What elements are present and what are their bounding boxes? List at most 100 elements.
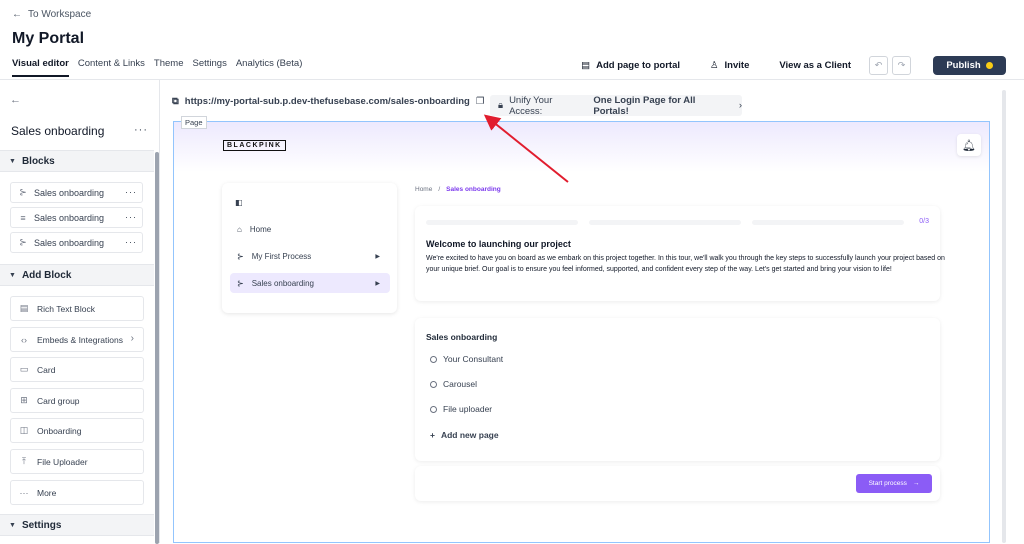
page-url[interactable]: https://my-portal-sub.p.dev-thefusebase.… xyxy=(185,96,470,107)
view-as-client-button[interactable]: View as a Client xyxy=(779,60,851,71)
card-icon: ▭ xyxy=(19,364,29,374)
add-rich-text-block[interactable]: ▤ Rich Text Block xyxy=(10,296,144,321)
welcome-body: We're excited to have you on board as we… xyxy=(426,255,945,273)
breadcrumb-current: Sales onboarding xyxy=(446,186,501,193)
caret-down-icon: ▼ xyxy=(9,271,16,279)
back-label: To Workspace xyxy=(28,9,92,20)
status-dot xyxy=(985,62,993,69)
chevron-right-icon: › xyxy=(130,333,134,344)
code-icon: ‹› xyxy=(21,334,27,345)
back-to-workspace-link[interactable]: ← To Workspace xyxy=(12,9,91,20)
process-step[interactable]: Carousel xyxy=(430,379,477,389)
process-step[interactable]: File uploader xyxy=(430,404,492,414)
arrow-right-icon: → xyxy=(912,480,920,487)
nav-item-home[interactable]: ⌂ Home xyxy=(230,219,390,239)
add-block-heading: Add Block xyxy=(21,269,72,281)
top-bar: ← To Workspace My Portal Visual editor C… xyxy=(0,0,1024,80)
add-embeds-integrations[interactable]: ‹› Embeds & Integrations › xyxy=(10,327,144,352)
block-label: Sales onboarding xyxy=(34,187,105,198)
undo-icon[interactable]: ↶ xyxy=(869,56,888,75)
redo-icon[interactable]: ↷ xyxy=(892,56,911,75)
add-card[interactable]: ▭ Card xyxy=(10,357,144,382)
step-label: Carousel xyxy=(443,379,478,389)
add-block-label: Embeds & Integrations xyxy=(37,334,123,345)
add-new-page-button[interactable]: + Add new page xyxy=(430,430,499,440)
step-circle-icon xyxy=(430,405,437,413)
tab-theme[interactable]: Theme xyxy=(154,58,184,77)
text-lines-icon: ≡ xyxy=(20,212,26,223)
caret-right-icon: ▶ xyxy=(375,253,380,260)
plus-icon: + xyxy=(430,430,435,440)
step-circle-icon xyxy=(430,380,437,388)
page-plus-icon: ▤ xyxy=(581,60,591,71)
process-card: Sales onboarding Your Consultant Carouse… xyxy=(415,318,940,461)
block-item[interactable]: ⊱ Sales onboarding ··· xyxy=(10,182,143,203)
block-options-icon[interactable]: ··· xyxy=(125,187,137,197)
sidebar-page-title: Sales onboarding xyxy=(11,124,105,138)
nav-item-sales-onboarding[interactable]: ⊱ Sales onboarding ▶ xyxy=(230,273,390,293)
page-options-icon[interactable]: ··· xyxy=(134,124,148,136)
tab-visual-editor[interactable]: Visual editor xyxy=(12,58,69,77)
block-label: Sales onboarding xyxy=(34,237,105,248)
block-options-icon[interactable]: ··· xyxy=(125,212,137,222)
nav-item-first-process[interactable]: ⊱ My First Process ▶ xyxy=(230,246,390,266)
blocks-section-header[interactable]: ▼ Blocks xyxy=(0,150,154,172)
portal-preview-frame: BLACKPINK 🔔︎ ◧ ⌂ Home ⊱ My First Process… xyxy=(173,121,990,543)
progress-segment xyxy=(589,220,741,225)
start-process-button[interactable]: Start process → xyxy=(856,474,932,493)
settings-section-header[interactable]: ▼ Settings xyxy=(0,514,154,536)
unify-bold: One Login Page for All Portals! xyxy=(593,94,696,117)
nav-label: Sales onboarding xyxy=(251,278,314,288)
sidebar: ← Sales onboarding ··· ▼ Blocks ⊱ Sales … xyxy=(0,80,160,544)
nav-label: My First Process xyxy=(251,251,312,261)
add-file-uploader[interactable]: ⤒ File Uploader xyxy=(10,449,144,474)
add-block-label: Card xyxy=(37,364,56,375)
add-card-group[interactable]: ⊞ Card group xyxy=(10,388,144,413)
page-url-row: ⧉ https://my-portal-sub.p.dev-thefusebas… xyxy=(172,96,484,107)
copy-icon[interactable]: ❐ xyxy=(476,96,485,107)
sidebar-back-arrow-icon[interactable]: ← xyxy=(10,94,21,106)
bell-icon[interactable]: 🔔︎ xyxy=(957,134,981,156)
caret-down-icon: ▼ xyxy=(9,521,16,529)
process-step[interactable]: Your Consultant xyxy=(430,354,503,364)
publish-button[interactable]: Publish xyxy=(933,56,1006,75)
add-block-section-header[interactable]: ▼ Add Block xyxy=(0,264,154,286)
process-title: Sales onboarding xyxy=(426,332,498,342)
brand-logo: BLACKPINK xyxy=(223,140,286,151)
breadcrumb-separator: / xyxy=(438,186,441,193)
block-item[interactable]: ⊱ Sales onboarding ··· xyxy=(10,232,143,253)
invite-label: Invite xyxy=(724,60,750,71)
grid-icon: ⊞ xyxy=(20,395,28,405)
more-icon: ··· xyxy=(19,487,29,498)
tab-content-links[interactable]: Content & Links xyxy=(78,58,145,77)
breadcrumb-home[interactable]: Home xyxy=(415,186,432,193)
process-icon: ⊱ xyxy=(237,278,244,288)
add-page-label: Add new page xyxy=(440,430,499,440)
tab-settings[interactable]: Settings xyxy=(193,58,227,77)
add-onboarding[interactable]: ◫ Onboarding xyxy=(10,418,144,443)
process-icon: ⊱ xyxy=(19,237,27,247)
editor-scrollbar[interactable] xyxy=(1002,90,1006,543)
tab-analytics[interactable]: Analytics (Beta) xyxy=(236,58,303,77)
blocks-heading: Blocks xyxy=(21,155,55,167)
unify-access-banner[interactable]: 🔒︎ Unify Your Access: One Login Page for… xyxy=(490,94,742,117)
user-plus-icon: ♙ xyxy=(710,60,719,71)
progress-segment xyxy=(426,220,578,225)
sidebar-toggle-icon[interactable]: ◧ xyxy=(235,198,243,207)
add-block-label: File Uploader xyxy=(37,456,88,467)
add-page-to-portal-button[interactable]: ▤ Add page to portal xyxy=(581,60,680,71)
chevron-right-icon: › xyxy=(738,100,742,111)
block-label: Sales onboarding xyxy=(34,212,105,223)
invite-button[interactable]: ♙ Invite xyxy=(710,60,749,71)
settings-heading: Settings xyxy=(21,519,62,531)
process-icon: ⊱ xyxy=(237,251,244,261)
sidebar-scrollbar[interactable] xyxy=(155,152,159,544)
page-tag: Page xyxy=(181,116,207,129)
block-item[interactable]: ≡ Sales onboarding ··· xyxy=(10,207,143,228)
home-icon: ⌂ xyxy=(237,224,242,234)
block-options-icon[interactable]: ··· xyxy=(125,237,137,247)
add-more[interactable]: ··· More xyxy=(10,480,144,505)
external-link-icon[interactable]: ⧉ xyxy=(172,96,179,107)
upload-icon: ⤒ xyxy=(22,456,26,466)
arrow-left-icon: ← xyxy=(12,9,22,20)
